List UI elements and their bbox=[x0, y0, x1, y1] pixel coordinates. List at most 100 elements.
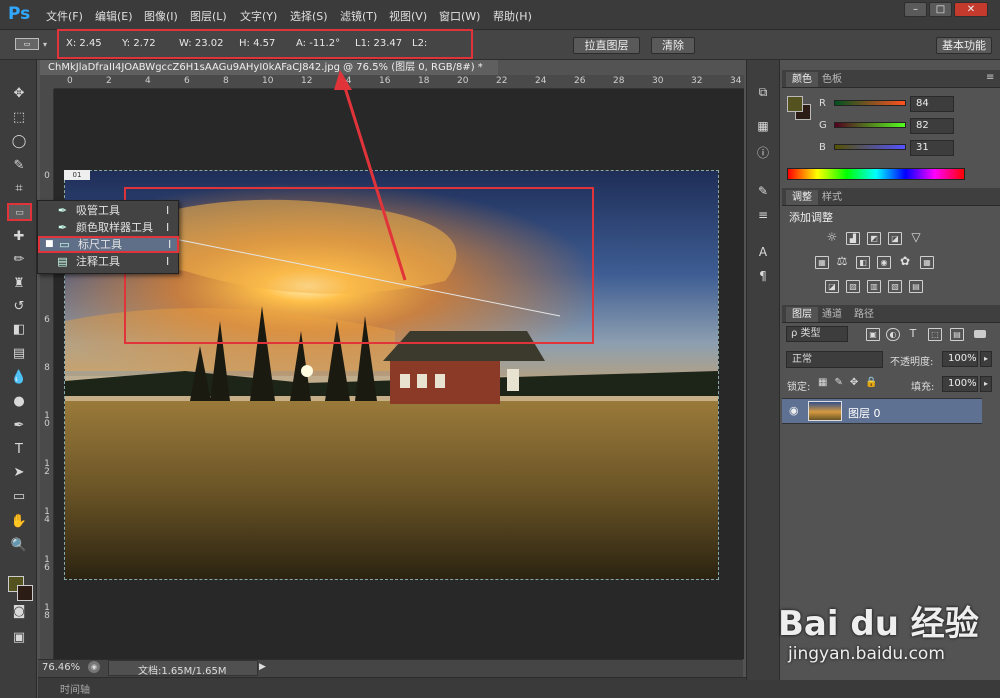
chevron-down-icon[interactable]: ▾ bbox=[43, 40, 47, 49]
info-panel-icon[interactable]: ⓘ bbox=[755, 145, 771, 161]
layer-filter-select[interactable]: ρ 类型 bbox=[786, 326, 848, 342]
zoom-tool-icon[interactable]: 🔍 bbox=[10, 538, 28, 554]
invert-icon[interactable]: ◪ bbox=[825, 280, 839, 293]
minimize-button[interactable]: – bbox=[904, 2, 927, 17]
brush-preset-icon[interactable]: ≡ bbox=[755, 207, 771, 223]
menu-select[interactable]: 选择(S) bbox=[290, 8, 328, 24]
flyout-item-eyedropper[interactable]: ✒ 吸管工具 I bbox=[38, 202, 178, 219]
r-value[interactable]: 84 bbox=[910, 96, 954, 112]
hue-saturation-icon[interactable]: ▦ bbox=[815, 256, 829, 269]
tab-styles[interactable]: 样式 bbox=[816, 190, 848, 205]
g-value[interactable]: 82 bbox=[910, 118, 954, 134]
menu-edit[interactable]: 编辑(E) bbox=[95, 8, 133, 24]
move-tool-icon[interactable]: ✥ bbox=[10, 86, 28, 102]
info-bar-icon[interactable]: ▦ bbox=[755, 118, 771, 134]
close-window-button[interactable]: ✕ bbox=[954, 2, 988, 17]
b-value[interactable]: 31 bbox=[910, 140, 954, 156]
brightness-icon[interactable]: ☼ bbox=[825, 231, 839, 245]
filter-shape-icon[interactable]: ⬚ bbox=[928, 328, 942, 341]
history-brush-icon[interactable]: ↺ bbox=[10, 299, 28, 315]
ruler-origin[interactable] bbox=[40, 75, 54, 89]
ruler-preset-icon[interactable]: ▭ bbox=[15, 38, 39, 50]
levels-icon[interactable]: ▟ bbox=[846, 232, 860, 245]
quick-select-tool-icon[interactable]: ✎ bbox=[10, 158, 28, 174]
menu-help[interactable]: 帮助(H) bbox=[493, 8, 532, 24]
maximize-button[interactable]: □ bbox=[929, 2, 952, 17]
g-slider[interactable] bbox=[834, 122, 906, 128]
opacity-value[interactable]: 100% bbox=[942, 351, 978, 367]
eraser-tool-icon[interactable]: ◧ bbox=[10, 322, 28, 338]
exposure-icon[interactable]: ◪ bbox=[888, 232, 902, 245]
status-info-icon[interactable]: ◉ bbox=[88, 661, 100, 673]
lasso-tool-icon[interactable]: ◯ bbox=[10, 134, 28, 150]
zoom-level[interactable]: 76.46% bbox=[42, 662, 80, 673]
visibility-eye-icon[interactable]: ◉ bbox=[789, 404, 799, 417]
ruler-tool-icon[interactable]: ▭ bbox=[7, 203, 32, 221]
pen-tool-icon[interactable]: ✒ bbox=[10, 418, 28, 434]
posterize-icon[interactable]: ▨ bbox=[846, 280, 860, 293]
blend-mode-select[interactable]: 正常 bbox=[786, 351, 883, 368]
tab-color[interactable]: 颜色 bbox=[786, 72, 818, 87]
clear-button[interactable]: 清除 bbox=[651, 37, 695, 54]
menu-layer[interactable]: 图层(L) bbox=[190, 8, 227, 24]
b-slider[interactable] bbox=[834, 144, 906, 150]
color-balance-icon[interactable]: ⚖ bbox=[835, 255, 849, 269]
layer-name[interactable]: 图层 0 bbox=[848, 405, 881, 421]
foreground-color-chip[interactable] bbox=[787, 96, 803, 112]
dodge-tool-icon[interactable]: ● bbox=[10, 394, 28, 410]
menu-view[interactable]: 视图(V) bbox=[389, 8, 427, 24]
filter-smart-icon[interactable]: ▤ bbox=[950, 328, 964, 341]
blur-tool-icon[interactable]: 💧 bbox=[10, 370, 28, 386]
r-slider[interactable] bbox=[834, 100, 906, 106]
crop-tool-icon[interactable]: ⌗ bbox=[10, 181, 28, 197]
selective-color-icon[interactable]: ▤ bbox=[909, 280, 923, 293]
black-white-icon[interactable]: ◧ bbox=[856, 256, 870, 269]
workspace-button[interactable]: 基本功能 bbox=[936, 37, 992, 54]
paragraph-panel-icon[interactable]: ¶ bbox=[755, 268, 771, 284]
timeline-label[interactable]: 时间轴 bbox=[60, 681, 90, 696]
threshold-icon[interactable]: ▥ bbox=[867, 280, 881, 293]
screen-mode-icon[interactable]: ▣ bbox=[10, 630, 28, 646]
panel-menu-icon[interactable]: ≡ bbox=[986, 72, 994, 83]
filter-adjustment-icon[interactable]: ◐ bbox=[886, 328, 900, 341]
healing-tool-icon[interactable]: ✚ bbox=[10, 229, 28, 245]
fill-value[interactable]: 100% bbox=[942, 376, 978, 392]
hand-tool-icon[interactable]: ✋ bbox=[10, 514, 28, 530]
marquee-tool-icon[interactable]: ⬚ bbox=[10, 110, 28, 126]
menu-type[interactable]: 文字(Y) bbox=[240, 8, 277, 24]
flyout-item-note[interactable]: ▤ 注释工具 I bbox=[38, 253, 178, 270]
brush-tool-icon[interactable]: ✏ bbox=[10, 252, 28, 268]
channel-mixer-icon[interactable]: ✿ bbox=[898, 255, 912, 269]
history-panel-icon[interactable]: ⧉ bbox=[755, 84, 771, 100]
tab-channels[interactable]: 通道 bbox=[816, 307, 848, 322]
quick-mask-icon[interactable]: ◙ bbox=[10, 604, 28, 620]
menu-filter[interactable]: 滤镜(T) bbox=[340, 8, 377, 24]
tab-swatches[interactable]: 色板 bbox=[816, 72, 848, 87]
fill-chevron-icon[interactable]: ▸ bbox=[980, 376, 992, 392]
brush-panel-icon[interactable]: ✎ bbox=[755, 183, 771, 199]
menu-image[interactable]: 图像(I) bbox=[144, 8, 178, 24]
gradient-map-icon[interactable]: ▧ bbox=[888, 280, 902, 293]
opacity-chevron-icon[interactable]: ▸ bbox=[980, 351, 992, 367]
tab-layers[interactable]: 图层 bbox=[786, 307, 818, 322]
status-menu-arrow-icon[interactable]: ▶ bbox=[259, 662, 266, 672]
gradient-tool-icon[interactable]: ▤ bbox=[10, 346, 28, 362]
straighten-layer-button[interactable]: 拉直图层 bbox=[573, 37, 640, 54]
curves-icon[interactable]: ◩ bbox=[867, 232, 881, 245]
background-color-swatch[interactable] bbox=[17, 585, 33, 601]
tab-paths[interactable]: 路径 bbox=[848, 307, 880, 322]
type-tool-icon[interactable]: T bbox=[10, 442, 28, 458]
path-select-icon[interactable]: ➤ bbox=[10, 465, 28, 481]
photo-filter-icon[interactable]: ◉ bbox=[877, 256, 891, 269]
flyout-item-color-sampler[interactable]: ✒ 颜色取样器工具 I bbox=[38, 219, 178, 236]
flyout-item-ruler[interactable]: ■ ▭ 标尺工具 I bbox=[38, 236, 179, 253]
vibrance-icon[interactable]: ▽ bbox=[909, 231, 923, 245]
menu-file[interactable]: 文件(F) bbox=[46, 8, 83, 24]
menu-window[interactable]: 窗口(W) bbox=[439, 8, 480, 24]
character-panel-icon[interactable]: A bbox=[755, 244, 771, 260]
filter-pixel-icon[interactable]: ▣ bbox=[866, 328, 880, 341]
tab-adjustments[interactable]: 调整 bbox=[786, 190, 818, 205]
color-lookup-icon[interactable]: ▦ bbox=[920, 256, 934, 269]
filter-type-icon[interactable]: T bbox=[906, 328, 920, 341]
stamp-tool-icon[interactable]: ♜ bbox=[10, 276, 28, 292]
